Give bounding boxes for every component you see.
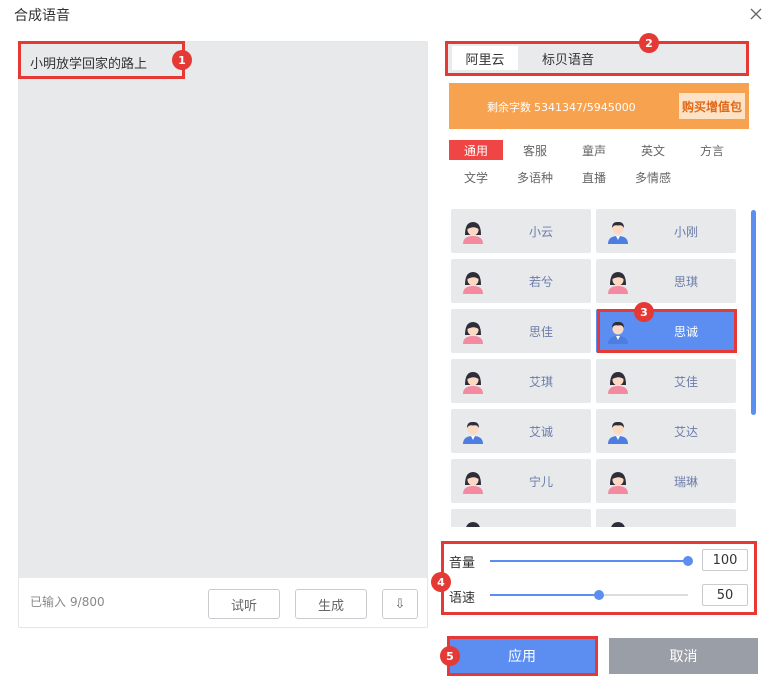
- speed-slider[interactable]: [490, 590, 688, 600]
- voice-card[interactable]: 小刚: [596, 209, 736, 253]
- female-avatar-icon: [460, 318, 486, 344]
- female-avatar-icon: [605, 268, 631, 294]
- annotation-badge-5: 5: [440, 646, 460, 666]
- voice-name: 小云: [528, 224, 553, 239]
- text-input-area[interactable]: 小明放学回家的路上: [19, 42, 427, 578]
- provider-tabs: 阿里云 标贝语音: [446, 41, 749, 76]
- voice-name: 若兮: [528, 274, 553, 289]
- quota-value: 5341347/5945000: [534, 101, 636, 114]
- female-avatar-icon: [460, 218, 486, 244]
- volume-slider-knob[interactable]: [683, 556, 693, 566]
- voice-name: 艾诚: [528, 424, 553, 439]
- voice-name: 艾佳: [673, 374, 698, 389]
- voice-card-selected[interactable]: 思诚: [596, 309, 736, 353]
- female-avatar-icon: [605, 468, 631, 494]
- annotation-badge-3: 3: [634, 302, 654, 322]
- speed-slider-fill: [490, 594, 599, 596]
- apply-button[interactable]: 应用: [449, 638, 595, 674]
- category-customer-service[interactable]: 客服: [512, 140, 558, 160]
- dialog-title: 合成语音: [14, 8, 70, 24]
- speed-slider-knob[interactable]: [593, 590, 604, 600]
- voice-name: 瑞琳: [673, 474, 698, 489]
- annotation-badge-4: 4: [431, 572, 451, 592]
- volume-label: 音量: [449, 556, 476, 571]
- voice-name: 艾琪: [528, 374, 553, 389]
- voice-name: 宁儿: [528, 474, 553, 489]
- close-icon[interactable]: [746, 4, 766, 24]
- voice-card[interactable]: 宁儿: [451, 459, 591, 503]
- male-avatar-icon: [605, 318, 631, 344]
- male-avatar-icon: [605, 218, 631, 244]
- male-avatar-icon: [460, 418, 486, 444]
- voice-card[interactable]: 若兮: [451, 259, 591, 303]
- female-avatar-icon: [460, 368, 486, 394]
- speed-label: 语速: [449, 591, 476, 606]
- tab-aliyun[interactable]: 阿里云: [452, 46, 518, 70]
- tab-biaobei[interactable]: 标贝语音: [534, 46, 602, 70]
- quota-label: 剩余字数: [487, 101, 531, 114]
- category-multilingual[interactable]: 多语种: [508, 167, 562, 187]
- voice-name: [636, 509, 736, 527]
- listen-button[interactable]: 试听: [208, 589, 280, 619]
- voice-name: 思琪: [673, 274, 698, 289]
- category-general[interactable]: 通用: [449, 140, 503, 160]
- download-button[interactable]: ⇩: [382, 589, 418, 619]
- male-avatar-icon: [605, 418, 631, 444]
- char-count-label: 已输入: [30, 595, 67, 609]
- volume-slider-fill: [490, 560, 688, 562]
- voice-card[interactable]: [451, 509, 591, 527]
- quota-text: 剩余字数 5341347/5945000: [487, 99, 639, 115]
- voice-name: 小刚: [673, 224, 698, 239]
- female-avatar-icon: [605, 368, 631, 394]
- text-editor-panel: 小明放学回家的路上 已输入 9/800 试听 生成 ⇩: [18, 41, 428, 628]
- voice-list-scrollbar[interactable]: [751, 210, 756, 415]
- category-multi-emotion[interactable]: 多情感: [626, 167, 680, 187]
- category-english[interactable]: 英文: [630, 140, 676, 160]
- voice-card[interactable]: 思佳: [451, 309, 591, 353]
- quota-banner: 剩余字数 5341347/5945000 购买增值包: [449, 83, 749, 129]
- volume-slider[interactable]: [490, 556, 693, 566]
- category-dialect[interactable]: 方言: [689, 140, 735, 160]
- voice-card[interactable]: 艾琪: [451, 359, 591, 403]
- speed-input[interactable]: 50: [702, 584, 748, 606]
- voice-card[interactable]: [596, 509, 736, 527]
- female-avatar-icon: [460, 268, 486, 294]
- voice-card[interactable]: 艾佳: [596, 359, 736, 403]
- input-text: 小明放学回家的路上: [30, 57, 148, 72]
- download-icon: ⇩: [394, 596, 406, 612]
- volume-input[interactable]: 100: [702, 549, 748, 571]
- generate-button[interactable]: 生成: [295, 589, 367, 619]
- female-avatar-icon: [460, 468, 486, 494]
- voice-card[interactable]: 艾诚: [451, 409, 591, 453]
- category-literature[interactable]: 文学: [453, 167, 499, 187]
- annotation-badge-1: 1: [172, 50, 192, 70]
- voice-list: 小云 小刚 若兮 思琪 思佳 思诚 艾琪 艾佳 艾诚 艾达 宁儿 瑞琳: [451, 209, 740, 527]
- voice-name: [491, 509, 591, 527]
- char-count: 已输入 9/800: [30, 593, 109, 610]
- annotation-badge-2: 2: [639, 33, 659, 53]
- voice-card[interactable]: 瑞琳: [596, 459, 736, 503]
- female-avatar-icon: [605, 518, 631, 527]
- voice-card[interactable]: 思琪: [596, 259, 736, 303]
- category-livestream[interactable]: 直播: [571, 167, 617, 187]
- female-avatar-icon: [460, 518, 486, 527]
- voice-card[interactable]: 小云: [451, 209, 591, 253]
- voice-name: 思佳: [528, 324, 553, 339]
- category-child-voice[interactable]: 童声: [571, 140, 617, 160]
- cancel-button[interactable]: 取消: [609, 638, 758, 674]
- voice-card[interactable]: 艾达: [596, 409, 736, 453]
- voice-name: 艾达: [673, 424, 698, 439]
- char-count-value: 9/800: [70, 595, 105, 609]
- buy-package-button[interactable]: 购买增值包: [679, 93, 745, 119]
